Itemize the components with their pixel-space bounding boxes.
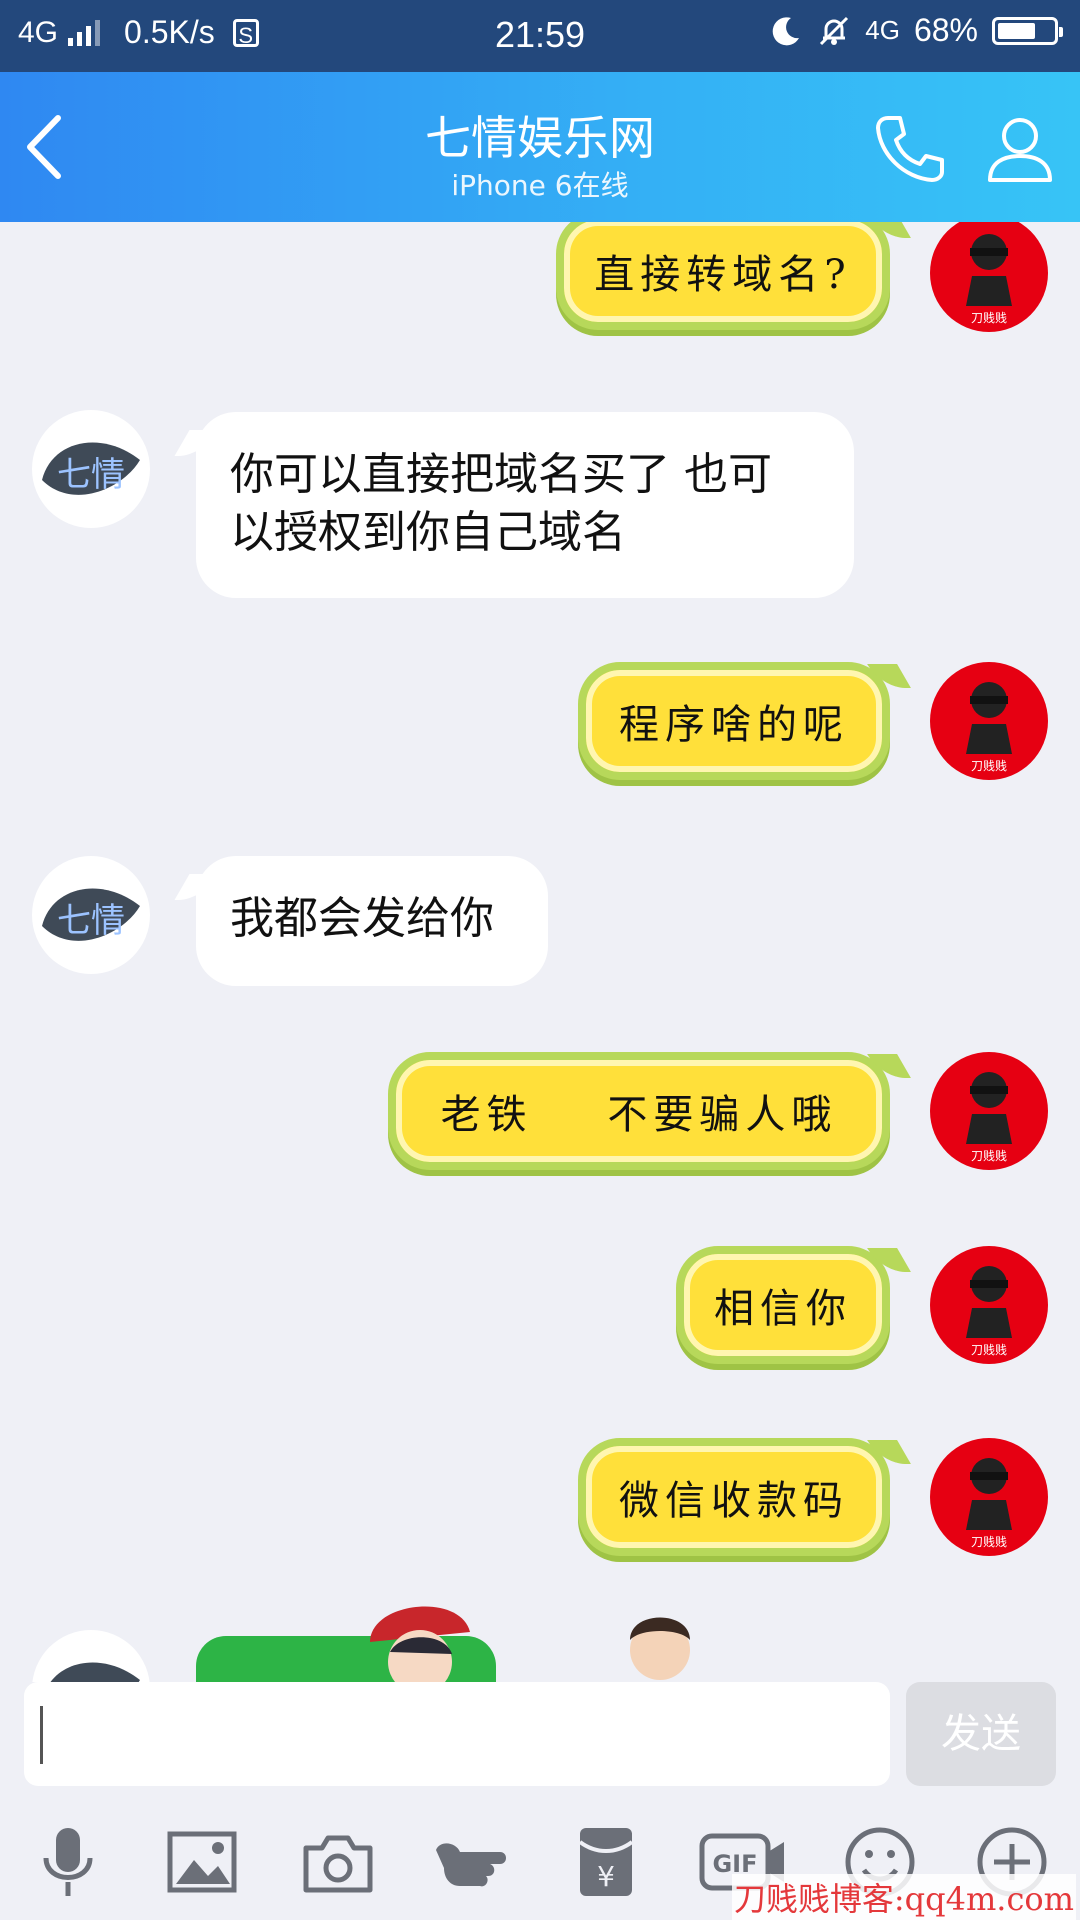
contact-avatar[interactable]: 七情: [32, 410, 150, 528]
avatar-glyphs: 七情: [57, 901, 125, 941]
text-cursor: [40, 1706, 43, 1764]
battery-percent: 68%: [913, 12, 978, 48]
avatar-caption: 刀贱贱: [971, 311, 1007, 325]
profile-icon[interactable]: [980, 108, 1060, 188]
message-line: 你可以直接把域名买了 也可: [230, 449, 772, 500]
phone-icon[interactable]: [870, 108, 950, 188]
chat-header: 七情娱乐网 iPhone 6在线: [0, 72, 1080, 222]
camera-icon[interactable]: [298, 1822, 378, 1902]
input-toolbar: ¥ GIF 刀贱贱博客:qq4m.com: [0, 1800, 1080, 1920]
message-list[interactable]: 直接转域名? 刀贱贱 七情 你可以直接把域名买了 也可 以授权到你自己域名 程序…: [0, 222, 1080, 1682]
my-avatar[interactable]: 刀贱贱: [930, 662, 1048, 780]
my-avatar[interactable]: 刀贱贱: [930, 1438, 1048, 1556]
poke-hand-icon[interactable]: [430, 1822, 510, 1902]
message-text: 相信你: [714, 1286, 852, 1332]
my-message-bubble[interactable]: 直接转域名?: [556, 222, 890, 330]
message-text: 微信收款码: [619, 1478, 849, 1524]
avatar-caption: 刀贱贱: [971, 759, 1007, 773]
my-message-bubble[interactable]: 相信你: [676, 1246, 890, 1364]
my-avatar[interactable]: 刀贱贱: [930, 1246, 1048, 1364]
contact-message-bubble[interactable]: 我都会发给你: [196, 856, 548, 986]
battery-icon: [992, 16, 1063, 45]
message-line: 以授权到你自己域名: [230, 507, 626, 558]
status-right: 4G 68%: [769, 12, 1063, 49]
red-packet-icon[interactable]: ¥: [566, 1822, 646, 1902]
cartoon-avatar-icon: 刀贱贱: [966, 234, 1012, 325]
my-message-bubble[interactable]: 微信收款码: [578, 1438, 890, 1556]
avatar-caption: 刀贱贱: [971, 1149, 1007, 1163]
watermark-text: 刀贱贱博客:qq4m.com: [731, 1874, 1076, 1920]
message-text: 程序啥的呢: [619, 702, 849, 748]
avatar-caption: 刀贱贱: [971, 1343, 1007, 1357]
my-avatar[interactable]: 刀贱贱: [930, 1052, 1048, 1170]
cartoon-girl-sticker-icon: [370, 1606, 470, 1682]
my-message-bubble[interactable]: 老铁 不要骗人哦: [388, 1052, 890, 1170]
input-bar: 发送: [0, 1682, 1080, 1786]
cartoon-avatar-icon: 刀贱贱: [966, 1266, 1012, 1357]
my-message-bubble[interactable]: 程序啥的呢: [578, 662, 890, 780]
cartoon-avatar-icon: 刀贱贱: [966, 1072, 1012, 1163]
moon-icon: [772, 16, 800, 45]
mute-bell-icon: [820, 16, 849, 45]
network-label-2: 4G: [865, 15, 900, 45]
cartoon-boy-sticker-icon: [630, 1617, 690, 1680]
contact-message-bubble[interactable]: 你可以直接把域名买了 也可 以授权到你自己域名: [196, 412, 854, 598]
ink-logo-avatar-icon: 七情: [42, 442, 140, 495]
my-avatar[interactable]: 刀贱贱: [930, 222, 1048, 332]
message-text: 老铁 不要骗人哦: [440, 1092, 838, 1138]
message-text: 直接转域名?: [594, 252, 852, 298]
image-icon[interactable]: [162, 1822, 242, 1902]
cartoon-avatar-icon: 刀贱贱: [966, 1458, 1012, 1549]
avatar-glyphs: 七情: [57, 455, 125, 495]
message-line: 我都会发给你: [230, 893, 494, 944]
contact-avatar[interactable]: 七情: [32, 856, 150, 974]
avatar-caption: 刀贱贱: [971, 1535, 1007, 1549]
yen-glyph: ¥: [597, 1860, 615, 1893]
contact-avatar[interactable]: [32, 1630, 150, 1682]
status-bar: 4G 0.5K/s S 21:59 4G 68%: [0, 0, 1080, 72]
send-button[interactable]: 发送: [906, 1682, 1056, 1786]
ink-logo-avatar-icon: [50, 1662, 140, 1682]
message-input[interactable]: [24, 1682, 890, 1786]
ink-logo-avatar-icon: 七情: [42, 888, 140, 941]
cartoon-avatar-icon: 刀贱贱: [966, 682, 1012, 773]
microphone-icon[interactable]: [28, 1822, 108, 1902]
